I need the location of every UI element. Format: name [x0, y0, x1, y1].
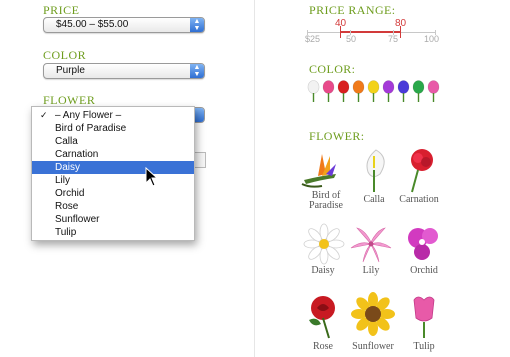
tulip-icon: [413, 296, 435, 338]
color-heading: COLOR:: [309, 62, 356, 76]
calla-icon: [366, 149, 385, 192]
chevron-updown-icon: ▲ ▼: [190, 18, 204, 32]
color-swatch[interactable]: [307, 80, 320, 102]
color-swatch[interactable]: [337, 80, 350, 102]
orchid-icon: [408, 228, 438, 260]
color-swatch[interactable]: [382, 80, 395, 102]
price-select[interactable]: $45.00 – $55.00 ▲ ▼: [43, 17, 205, 33]
menu-item-tulip[interactable]: Tulip: [32, 226, 194, 239]
color-swatch[interactable]: [412, 80, 425, 102]
price-range-selection: [340, 31, 400, 33]
color-swatch[interactable]: [427, 80, 440, 102]
arrow-cursor-icon: [145, 167, 159, 187]
color-swatch[interactable]: [397, 80, 410, 102]
menu-item-label: Orchid: [55, 188, 85, 199]
color-select[interactable]: Purple ▲ ▼: [43, 63, 205, 79]
sunflower-icon: [351, 292, 395, 336]
menu-item-rose[interactable]: Rose: [32, 200, 194, 213]
scale-label: 50: [346, 34, 357, 44]
menu-item-label: – Any Flower –: [55, 110, 122, 121]
price-high-value: 80: [395, 18, 407, 29]
menu-item-label: Tulip: [55, 227, 77, 238]
menu-item-bird-of-paradise[interactable]: Bird of Paradise: [32, 122, 194, 135]
filter-panel: PRICE $45.00 – $55.00 ▲ ▼ COLOR Purple ▲ ▼…: [0, 0, 255, 357]
rose-icon: [309, 296, 335, 339]
divider: [254, 0, 255, 357]
flower-dropdown-menu[interactable]: ✓ – Any Flower – Bird of Paradise Calla …: [31, 106, 195, 241]
bird-of-paradise-icon: [301, 154, 336, 188]
price-range-label: PRICE RANGE:: [309, 3, 396, 17]
scale-label: 75: [388, 34, 399, 44]
menu-item-sunflower[interactable]: Sunflower: [32, 213, 194, 226]
color-swatch[interactable]: [322, 80, 335, 102]
menu-item-any-flower[interactable]: ✓ – Any Flower –: [32, 109, 194, 122]
flower-heading: FLOWER:: [309, 129, 365, 143]
menu-item-lily[interactable]: Lily: [32, 174, 194, 187]
checkmark-icon: ✓: [40, 110, 48, 120]
price-select-value: $45.00 – $55.00: [56, 19, 129, 30]
menu-item-label: Bird of Paradise: [55, 123, 127, 134]
chevron-updown-icon: ▲ ▼: [190, 64, 204, 78]
menu-item-label: Calla: [55, 136, 78, 147]
menu-item-label: Rose: [55, 201, 79, 212]
flower-name: Tulip: [413, 341, 435, 352]
daisy-icon: [303, 223, 345, 265]
carnation-icon: [411, 149, 433, 193]
price-low-value: 40: [335, 18, 347, 29]
color-select-value: Purple: [56, 65, 85, 76]
menu-item-carnation[interactable]: Carnation: [32, 148, 194, 161]
flower-name: Carnation: [399, 194, 439, 205]
menu-item-daisy[interactable]: Daisy: [32, 161, 194, 174]
menu-item-label: Lily: [55, 175, 71, 186]
scale-label: $25: [305, 34, 321, 44]
menu-item-label: Daisy: [55, 162, 81, 173]
color-label: COLOR: [43, 48, 87, 62]
menu-item-orchid[interactable]: Orchid: [32, 187, 194, 200]
menu-item-label: Carnation: [55, 149, 99, 160]
menu-item-calla[interactable]: Calla: [32, 135, 194, 148]
flower-name: Lily: [362, 265, 380, 276]
color-swatch[interactable]: [367, 80, 380, 102]
lily-icon: [350, 227, 392, 263]
menu-item-label: Sunflower: [55, 214, 100, 225]
flower-name: Orchid: [410, 265, 438, 276]
scale-label: 100: [424, 34, 440, 44]
color-swatch[interactable]: [352, 80, 365, 102]
price-label: PRICE: [43, 3, 80, 17]
